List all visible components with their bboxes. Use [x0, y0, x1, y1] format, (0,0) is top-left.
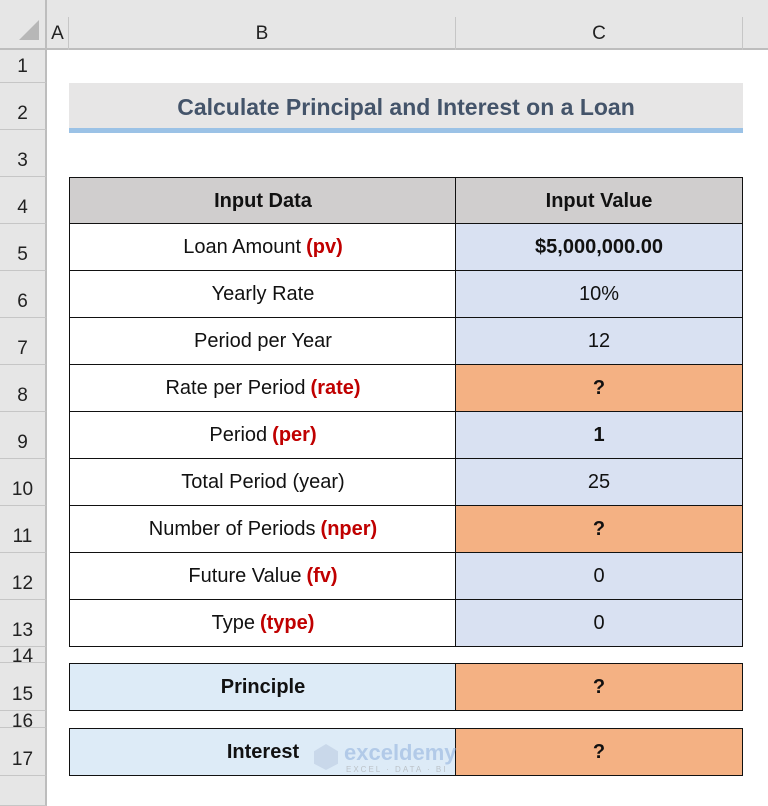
- row-header-7[interactable]: 7: [0, 318, 47, 365]
- select-all-button[interactable]: [0, 0, 47, 50]
- row-number: 16: [11, 711, 34, 728]
- row-header-11[interactable]: 11: [0, 506, 47, 553]
- label-text: Yearly Rate: [211, 282, 315, 305]
- row-number: 1: [17, 56, 28, 77]
- value-period-per-year[interactable]: 12: [455, 317, 743, 365]
- label-rate-per-period[interactable]: Rate per Period (rate): [69, 364, 457, 412]
- column-header-c[interactable]: C: [456, 17, 743, 50]
- label-period-per-year[interactable]: Period per Year: [69, 317, 457, 365]
- label-period[interactable]: Period (per): [69, 411, 457, 459]
- value-interest[interactable]: ?: [455, 728, 743, 776]
- label-total-period[interactable]: Total Period (year): [69, 458, 457, 506]
- label-text: Number of Periods: [148, 517, 316, 540]
- row-number: 17: [11, 749, 34, 770]
- sheet-title[interactable]: Calculate Principal and Interest on a Lo…: [69, 83, 743, 128]
- row-number: 3: [17, 150, 28, 171]
- title-underline: [69, 128, 743, 133]
- header-input-data[interactable]: Input Data: [69, 177, 457, 225]
- row-number: 15: [11, 684, 34, 705]
- value-number-of-periods[interactable]: ?: [455, 505, 743, 553]
- label-number-of-periods[interactable]: Number of Periods (nper): [69, 505, 457, 553]
- arg-name: (pv): [306, 235, 343, 258]
- arg-name: (nper): [320, 517, 378, 540]
- row-header-8[interactable]: 8: [0, 365, 47, 412]
- row-header-18[interactable]: [0, 776, 47, 806]
- arg-name: (per): [272, 423, 317, 446]
- row-header-5[interactable]: 5: [0, 224, 47, 271]
- label-principle[interactable]: Principle: [69, 663, 457, 711]
- label-future-value[interactable]: Future Value (fv): [69, 552, 457, 600]
- select-all-triangle-icon: [19, 20, 39, 40]
- label-text: Rate per Period: [165, 376, 306, 399]
- row-number: 8: [17, 385, 28, 406]
- value-rate-per-period[interactable]: ?: [455, 364, 743, 412]
- row-header-3[interactable]: 3: [0, 130, 47, 177]
- label-loan-amount[interactable]: Loan Amount (pv): [69, 223, 457, 271]
- row-number: 7: [17, 338, 28, 359]
- row-number: 10: [11, 479, 34, 500]
- value-principle[interactable]: ?: [455, 663, 743, 711]
- value-loan-amount[interactable]: $5,000,000.00: [455, 223, 743, 271]
- row-number: 12: [11, 573, 34, 594]
- row-header-6[interactable]: 6: [0, 271, 47, 318]
- column-header-a[interactable]: A: [47, 17, 69, 50]
- label-text: Future Value: [188, 564, 302, 587]
- arg-name: (type): [259, 611, 315, 634]
- row-number: 2: [17, 103, 28, 124]
- arg-name: (fv): [306, 564, 338, 587]
- row-number: 11: [12, 526, 33, 547]
- row-header-17[interactable]: 17: [0, 728, 47, 776]
- row-header-2[interactable]: 2: [0, 83, 47, 130]
- column-header-b[interactable]: B: [69, 17, 456, 50]
- label-text: Total Period (year): [181, 470, 345, 493]
- row-header-15[interactable]: 15: [0, 663, 47, 711]
- column-header-d[interactable]: [743, 17, 768, 50]
- row-number: 14: [11, 647, 34, 663]
- value-period[interactable]: 1: [455, 411, 743, 459]
- row-header-14[interactable]: 14: [0, 647, 47, 663]
- row-number: 5: [17, 244, 28, 265]
- value-type[interactable]: 0: [455, 599, 743, 647]
- label-text: Period: [209, 423, 268, 446]
- value-yearly-rate[interactable]: 10%: [455, 270, 743, 318]
- row-header-10[interactable]: 10: [0, 459, 47, 506]
- label-text: Loan Amount: [183, 235, 302, 258]
- arg-name: (rate): [310, 376, 361, 399]
- header-input-value[interactable]: Input Value: [455, 177, 743, 225]
- value-total-period[interactable]: 25: [455, 458, 743, 506]
- row-header-12[interactable]: 12: [0, 553, 47, 600]
- label-yearly-rate[interactable]: Yearly Rate: [69, 270, 457, 318]
- label-interest[interactable]: Interest: [69, 728, 457, 776]
- row-number: 13: [11, 620, 34, 641]
- label-text: Period per Year: [194, 329, 332, 352]
- row-number: 6: [17, 291, 28, 312]
- row-header-16[interactable]: 16: [0, 711, 47, 728]
- label-text: Type: [211, 611, 255, 634]
- label-type[interactable]: Type (type): [69, 599, 457, 647]
- value-future-value[interactable]: 0: [455, 552, 743, 600]
- row-number: 4: [17, 197, 28, 218]
- row-number: 9: [17, 432, 28, 453]
- row-header-13[interactable]: 13: [0, 600, 47, 647]
- row-header-4[interactable]: 4: [0, 177, 47, 224]
- row-header-1[interactable]: 1: [0, 50, 47, 83]
- row-header-9[interactable]: 9: [0, 412, 47, 459]
